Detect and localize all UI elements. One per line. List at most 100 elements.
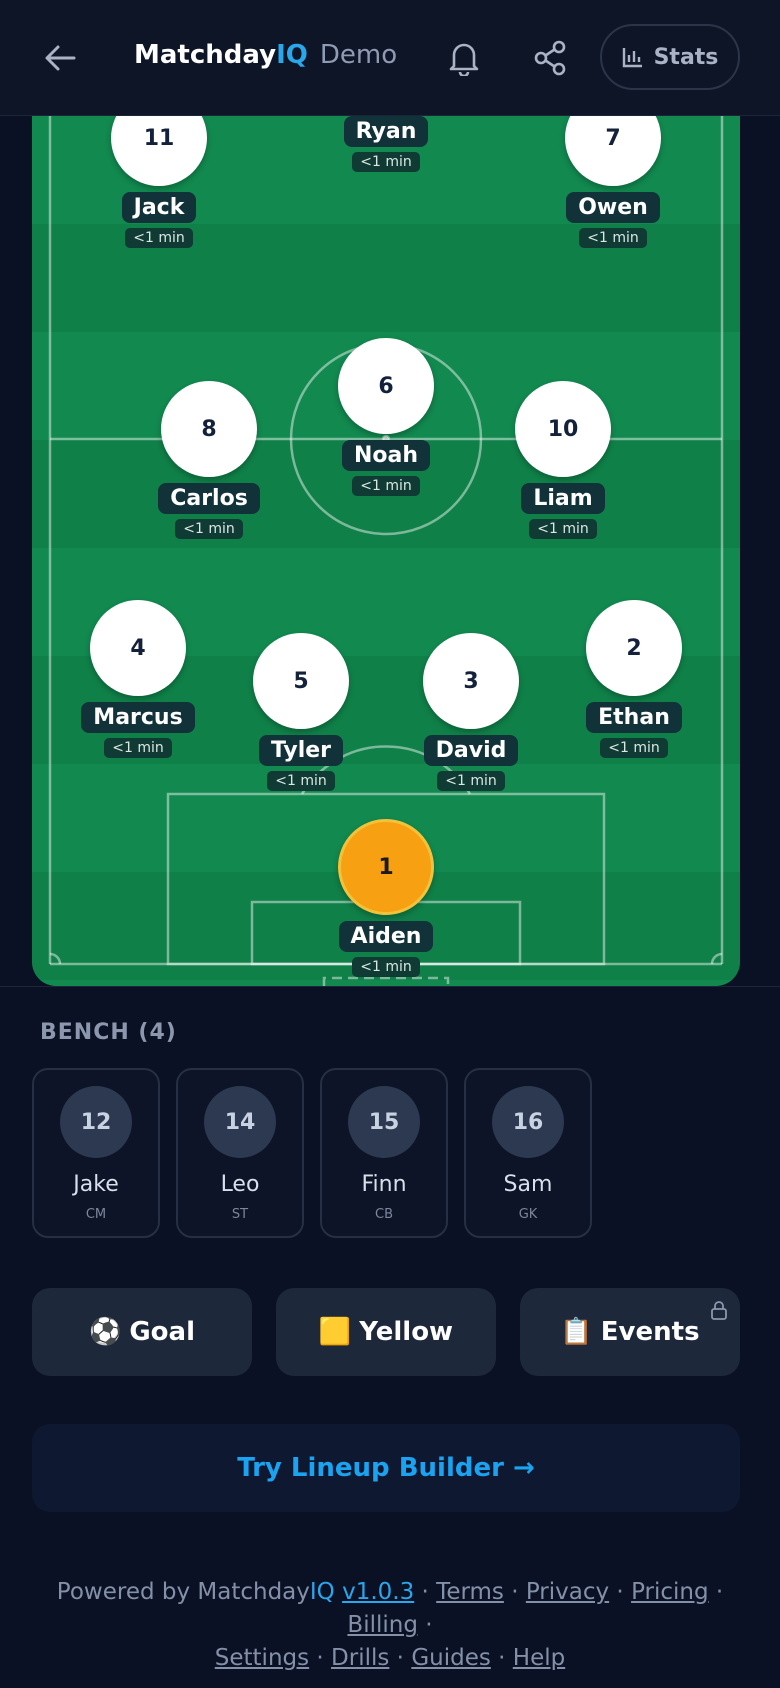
player-number: 11 — [111, 116, 207, 186]
yellow-card-icon: 🟨 — [318, 1317, 352, 1347]
mode-label: Demo — [319, 40, 398, 70]
bench-player-card[interactable]: 14 Leo ST — [176, 1068, 304, 1238]
bench-player-name: Sam — [503, 1172, 553, 1197]
bench-player-number: 16 — [492, 1086, 564, 1158]
lineup-builder-label: Try Lineup Builder → — [237, 1453, 535, 1483]
clipboard-icon: 📋 — [560, 1317, 593, 1347]
player-token[interactable]: Ryan <1 min — [306, 116, 466, 172]
bench-player-name: Leo — [220, 1172, 260, 1197]
player-token[interactable]: 8 Carlos <1 min — [129, 381, 289, 539]
bench-player-name: Jake — [73, 1172, 119, 1197]
player-name: Ethan — [586, 702, 682, 733]
share-button[interactable] — [530, 36, 570, 80]
share-icon — [534, 40, 566, 76]
bench-player-card[interactable]: 15 Finn CB — [320, 1068, 448, 1238]
player-name: Marcus — [81, 702, 195, 733]
player-number: 7 — [565, 116, 661, 186]
terms-link[interactable]: Terms — [436, 1579, 504, 1605]
stats-label: Stats — [653, 44, 719, 70]
app-logo[interactable]: MatchdayIQ Demo — [134, 40, 397, 70]
player-time: <1 min — [125, 228, 193, 248]
player-name: David — [423, 735, 519, 766]
bench-player-number: 14 — [204, 1086, 276, 1158]
bench-player-number: 12 — [60, 1086, 132, 1158]
pitch: 11 Jack <1 min Ryan <1 min 7 Owen <1 min… — [32, 116, 740, 986]
bench-player-name: Finn — [361, 1172, 407, 1197]
player-time: <1 min — [352, 957, 420, 977]
settings-link[interactable]: Settings — [215, 1645, 309, 1671]
yellow-label: Yellow — [359, 1317, 454, 1347]
bench-player-number: 15 — [348, 1086, 420, 1158]
back-button[interactable] — [38, 38, 82, 78]
player-time: <1 min — [437, 771, 505, 791]
player-name: Jack — [121, 192, 197, 223]
try-lineup-builder-button[interactable]: Try Lineup Builder → — [32, 1424, 740, 1512]
lock-icon — [711, 1301, 727, 1320]
notifications-button[interactable] — [444, 36, 484, 80]
player-name: Ryan — [343, 116, 429, 147]
pricing-link[interactable]: Pricing — [631, 1579, 709, 1605]
player-name: Noah — [341, 440, 431, 471]
soccer-ball-icon: ⚽ — [88, 1317, 122, 1347]
player-number: 8 — [161, 381, 257, 477]
footer-brand-suffix: IQ — [309, 1579, 335, 1605]
player-number: 6 — [338, 338, 434, 434]
guides-link[interactable]: Guides — [411, 1645, 491, 1671]
billing-link[interactable]: Billing — [347, 1612, 418, 1638]
bench-player-position: ST — [231, 1207, 249, 1222]
yellow-card-button[interactable]: 🟨 Yellow — [276, 1288, 496, 1376]
goalkeeper-token[interactable]: 1 Aiden <1 min — [306, 819, 466, 977]
bench-player-position: CB — [375, 1207, 393, 1222]
player-token[interactable]: 3 David <1 min — [391, 633, 551, 791]
player-number: 10 — [515, 381, 611, 477]
player-time: <1 min — [352, 476, 420, 496]
brand-name: Matchday — [134, 40, 277, 70]
events-button[interactable]: 📋 Events — [520, 1288, 740, 1376]
drills-link[interactable]: Drills — [331, 1645, 389, 1671]
bench-title: BENCH (4) — [40, 1020, 177, 1045]
powered-by-text: Powered by Matchday — [56, 1579, 310, 1605]
goal-button[interactable]: ⚽ Goal — [32, 1288, 252, 1376]
privacy-link[interactable]: Privacy — [526, 1579, 609, 1605]
app-header: MatchdayIQ Demo Stats — [0, 0, 780, 116]
arrow-left-icon — [45, 45, 76, 71]
player-number: 4 — [90, 600, 186, 696]
goal-label: Goal — [129, 1317, 196, 1347]
version-link[interactable]: v1.0.3 — [342, 1579, 414, 1605]
player-time: <1 min — [579, 228, 647, 248]
player-token[interactable]: 10 Liam <1 min — [483, 381, 643, 539]
help-link[interactable]: Help — [513, 1645, 565, 1671]
player-name: Liam — [521, 483, 605, 514]
bench-player-position: GK — [518, 1207, 538, 1222]
player-number: 5 — [253, 633, 349, 729]
player-token[interactable]: 5 Tyler <1 min — [221, 633, 381, 791]
player-time: <1 min — [352, 152, 420, 172]
player-name: Tyler — [258, 735, 344, 766]
player-number: 2 — [586, 600, 682, 696]
bar-chart-icon — [622, 48, 642, 68]
player-time: <1 min — [175, 519, 243, 539]
player-number: 1 — [338, 819, 434, 915]
player-name: Carlos — [158, 483, 260, 514]
player-time: <1 min — [267, 771, 335, 791]
player-time: <1 min — [529, 519, 597, 539]
brand-suffix: IQ — [276, 40, 308, 70]
footer: Powered by MatchdayIQ v1.0.3 · Terms · P… — [56, 1579, 724, 1671]
player-token[interactable]: 6 Noah <1 min — [306, 338, 466, 496]
bell-icon — [449, 43, 479, 76]
player-name: Owen — [566, 192, 660, 223]
bench-player-card[interactable]: 12 Jake CM — [32, 1068, 160, 1238]
bench-player-card[interactable]: 16 Sam GK — [464, 1068, 592, 1238]
player-time: <1 min — [104, 738, 172, 758]
events-label: Events — [600, 1317, 700, 1347]
player-token[interactable]: 11 Jack <1 min — [79, 116, 239, 248]
player-token[interactable]: 7 Owen <1 min — [533, 116, 693, 248]
stats-button[interactable]: Stats — [600, 24, 740, 90]
player-time: <1 min — [600, 738, 668, 758]
player-token[interactable]: 4 Marcus <1 min — [58, 600, 218, 758]
player-name: Aiden — [338, 921, 434, 952]
player-number: 3 — [423, 633, 519, 729]
player-token[interactable]: 2 Ethan <1 min — [554, 600, 714, 758]
divider — [0, 986, 780, 987]
bench-player-position: CM — [85, 1207, 107, 1222]
